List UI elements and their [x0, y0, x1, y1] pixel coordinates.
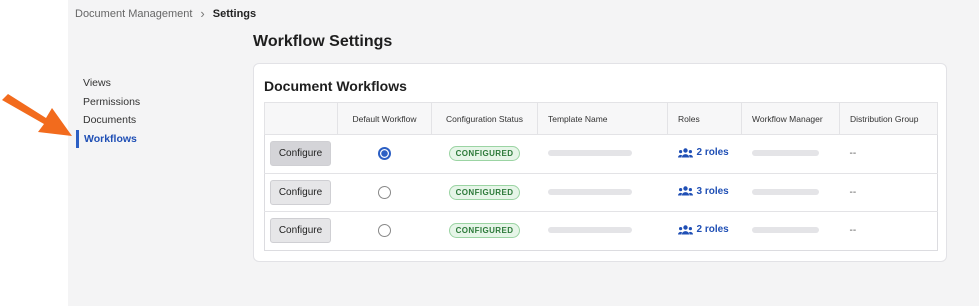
column-header-action	[264, 102, 338, 135]
page-title: Workflow Settings	[253, 33, 393, 50]
side-nav: Views Permissions Documents Workflows	[76, 74, 236, 148]
configure-button[interactable]: Configure	[270, 179, 331, 205]
workflow-manager-placeholder	[751, 188, 819, 195]
workflows-table: Default Workflow Configuration Status Te…	[264, 102, 938, 251]
column-header-configuration-status: Configuration Status	[431, 102, 538, 135]
roles-link[interactable]: 2 roles	[677, 224, 729, 235]
chevron-right-icon: ›	[200, 6, 205, 21]
distribution-group-value: --	[849, 148, 857, 160]
configure-button[interactable]: Configure	[270, 141, 331, 167]
default-workflow-radio[interactable]	[378, 147, 391, 161]
roles-link[interactable]: 2 roles	[677, 147, 729, 158]
document-workflows-card: Document Workflows Default Workflow Conf…	[253, 63, 947, 262]
breadcrumb-current: Settings	[212, 7, 257, 20]
table-row: Configure CONFIGURED 3 roles --	[264, 172, 938, 212]
distribution-group-value: --	[849, 225, 857, 237]
users-group-icon	[677, 186, 693, 196]
breadcrumb-parent-link[interactable]: Document Management	[75, 8, 192, 20]
side-nav-item-workflows[interactable]: Workflows	[76, 129, 236, 148]
left-margin	[0, 0, 68, 306]
breadcrumb: Document Management › Settings	[75, 6, 256, 21]
table-row: Configure CONFIGURED 2 roles --	[264, 134, 938, 173]
status-badge: CONFIGURED	[448, 223, 521, 239]
workflow-manager-placeholder	[751, 150, 819, 157]
status-badge: CONFIGURED	[448, 184, 521, 200]
pointer-arrow-icon	[2, 94, 72, 136]
table-header-row: Default Workflow Configuration Status Te…	[264, 102, 938, 135]
column-header-workflow-manager: Workflow Manager	[741, 102, 840, 135]
column-header-default-workflow: Default Workflow	[337, 102, 432, 135]
column-header-roles: Roles	[667, 102, 742, 135]
side-nav-item-permissions[interactable]: Permissions	[76, 93, 236, 112]
template-name-placeholder	[547, 150, 632, 157]
configure-button[interactable]: Configure	[270, 218, 331, 244]
roles-link[interactable]: 3 roles	[677, 185, 729, 197]
side-nav-item-views[interactable]: Views	[76, 74, 236, 93]
template-name-placeholder	[547, 227, 632, 234]
template-name-placeholder	[547, 188, 632, 195]
roles-count: 3 roles	[696, 185, 729, 197]
distribution-group-value: --	[849, 186, 857, 198]
users-group-icon	[677, 224, 693, 234]
roles-count: 2 roles	[696, 224, 729, 235]
default-workflow-radio[interactable]	[378, 224, 391, 238]
workflow-manager-placeholder	[751, 227, 819, 234]
default-workflow-radio[interactable]	[378, 185, 391, 199]
column-header-template-name: Template Name	[537, 102, 668, 135]
side-nav-item-documents[interactable]: Documents	[76, 111, 236, 130]
status-badge: CONFIGURED	[448, 146, 521, 162]
roles-count: 2 roles	[696, 147, 729, 158]
column-header-distribution-group: Distribution Group	[839, 102, 938, 135]
users-group-icon	[677, 147, 693, 157]
table-row: Configure CONFIGURED 2 roles --	[264, 211, 938, 250]
card-title: Document Workflows	[264, 78, 407, 94]
